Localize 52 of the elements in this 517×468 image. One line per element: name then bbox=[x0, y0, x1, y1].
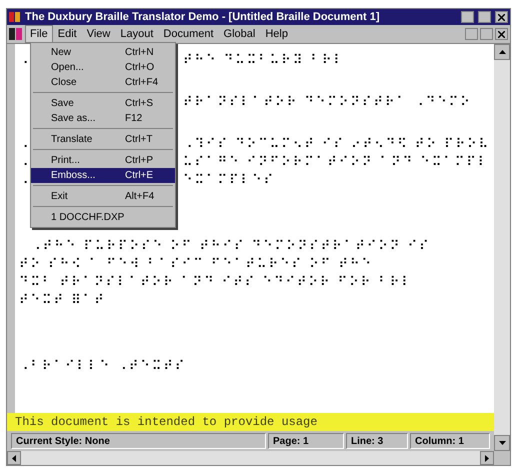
menu-item[interactable]: Global bbox=[218, 24, 260, 44]
braille-text: ⠥⠎⠁⠛⠑ ⠊⠝⠋⠕⠗⠍⠁⠞⠊⠕⠝ ⠁⠝⠙ ⠑⠭⠁⠍⠏⠇ bbox=[183, 154, 490, 172]
braille-text: ⠞⠑⠭⠞ ⠿⠁⠞ bbox=[19, 292, 106, 310]
menu-option[interactable]: Save Ctrl+S bbox=[31, 96, 175, 111]
menu-option[interactable]: Translate Ctrl+T bbox=[31, 132, 175, 147]
menu-item[interactable]: File bbox=[25, 24, 53, 44]
braille-text: ⠞⠓⠑ ⠙⠥⠭⠃⠥⠗⠽ ⠃⠗⠇ bbox=[183, 52, 346, 70]
menu-item[interactable]: Layout bbox=[115, 24, 158, 44]
menu-option[interactable]: Exit Alt+F4 bbox=[31, 189, 175, 204]
close-icon bbox=[498, 14, 505, 20]
scroll-up-button[interactable] bbox=[494, 44, 510, 60]
menu-option[interactable]: Save as... F12 bbox=[31, 111, 175, 126]
braille-text: ⠠ bbox=[19, 136, 29, 154]
menu-item[interactable]: Document bbox=[158, 24, 219, 44]
left-arrow-icon bbox=[12, 454, 16, 462]
status-field: Line: 3 bbox=[346, 433, 408, 449]
braille-text: ⠠ bbox=[19, 172, 29, 190]
close-icon bbox=[498, 30, 505, 38]
document-icon bbox=[9, 28, 23, 40]
scroll-down-button[interactable] bbox=[494, 435, 510, 451]
up-arrow-icon bbox=[498, 50, 506, 54]
menu-option[interactable]: Open... Ctrl+O bbox=[31, 60, 175, 75]
menu-option[interactable]: Print... Ctrl+P bbox=[31, 153, 175, 168]
menu-option[interactable]: Emboss... Ctrl+E bbox=[31, 168, 175, 183]
down-arrow-icon bbox=[498, 441, 506, 445]
scroll-right-button[interactable] bbox=[480, 451, 494, 465]
braille-text: ⠠⠹⠊⠎ ⠙⠕⠉⠥⠍⠢⠞ ⠊⠎ ⠔⠞⠢⠙⠫ ⠞⠕ ⠏⠗⠕⠧ bbox=[183, 136, 490, 154]
close-button[interactable] bbox=[495, 11, 508, 23]
braille-text: ⠞⠗⠁⠝⠎⠇⠁⠞⠕⠗ ⠙⠑⠍⠕⠝⠎⠞⠗⠁ ⠠⠙⠑⠍⠕ bbox=[183, 94, 472, 112]
right-arrow-icon bbox=[485, 454, 489, 462]
braille-text: ⠙⠭⠃ ⠞⠗⠁⠝⠎⠇⠁⠞⠕⠗ ⠁⠝⠙ ⠊⠞⠎ ⠑⠙⠊⠞⠕⠗ ⠋⠕⠗ ⠃⠗⠇ bbox=[19, 274, 413, 292]
status-field: Current Style: None bbox=[11, 433, 266, 449]
menu-option[interactable]: 1 DOCCHF.DXP bbox=[31, 210, 175, 225]
menu-option[interactable]: Close Ctrl+F4 bbox=[31, 75, 175, 90]
menu-item[interactable]: View bbox=[82, 24, 116, 44]
status-field: Column: 1 bbox=[410, 433, 490, 449]
menu-item[interactable]: Help bbox=[260, 24, 293, 44]
scroll-left-button[interactable] bbox=[7, 451, 21, 465]
window-title: The Duxbury Braille Translator Demo - [Untitled Braille Document 1] bbox=[25, 10, 381, 25]
menu-item[interactable]: Edit bbox=[52, 24, 82, 44]
vertical-scrollbar[interactable] bbox=[494, 44, 510, 451]
braille-text: ⠠⠞⠓⠑ ⠏⠥⠗⠏⠕⠎⠑ ⠕⠋ ⠞⠓⠊⠎ ⠙⠑⠍⠕⠝⠎⠞⠗⠁⠞⠊⠕⠝ ⠊⠎ bbox=[30, 238, 431, 256]
braille-text: ⠠ bbox=[19, 154, 29, 172]
menu-option[interactable]: New Ctrl+N bbox=[31, 45, 175, 60]
braille-text: ⠑⠭⠁⠍⠏⠇⠑⠎ bbox=[183, 172, 276, 190]
close-button[interactable] bbox=[495, 28, 508, 40]
braille-text: ⠠⠃⠗⠁⠊⠇⠇⠑ ⠠⠞⠑⠭⠞⠎ bbox=[19, 358, 186, 376]
status-field: Page: 1 bbox=[268, 433, 344, 449]
app-icon bbox=[9, 11, 21, 23]
horizontal-scrollbar[interactable] bbox=[7, 451, 494, 465]
braille-text: ⠠ bbox=[19, 52, 29, 70]
braille-text: ⠞⠕ ⠎⠓⠪ ⠁ ⠋⠑⠺ ⠃⠁⠎⠊⠉ ⠋⠑⠁⠞⠥⠗⠑⠎ ⠕⠋ ⠞⠓⠑ bbox=[19, 256, 374, 274]
